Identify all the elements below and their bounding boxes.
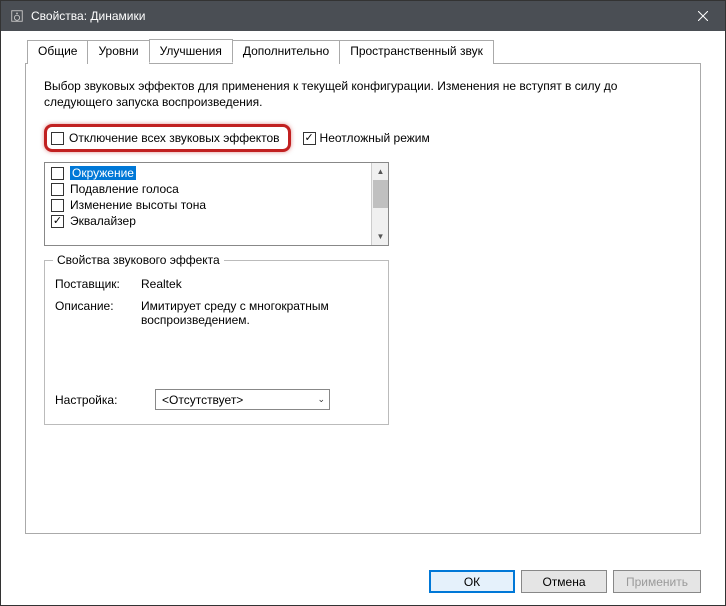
effect-label: Подавление голоса (70, 182, 179, 196)
dialog-footer: ОК Отмена Применить (429, 570, 701, 593)
tab-strip: Общие Уровни Улучшения Дополнительно Про… (25, 39, 701, 64)
effect-checkbox[interactable] (51, 215, 64, 228)
description-label: Описание: (55, 299, 141, 327)
tab-levels[interactable]: Уровни (87, 40, 149, 64)
effect-label: Изменение высоты тона (70, 198, 206, 212)
panel-description: Выбор звуковых эффектов для применения к… (44, 78, 682, 110)
cancel-button[interactable]: Отмена (521, 570, 607, 593)
tab-panel: Выбор звуковых эффектов для применения к… (25, 64, 701, 534)
tab-spatial[interactable]: Пространственный звук (339, 40, 494, 64)
disable-all-effects-label: Отключение всех звуковых эффектов (69, 131, 280, 145)
list-item[interactable]: Подавление голоса (45, 181, 388, 197)
provider-label: Поставщик: (55, 277, 141, 291)
description-value: Имитирует среду с многократным воспроизв… (141, 299, 378, 327)
setting-label: Настройка: (55, 393, 155, 407)
ok-button[interactable]: ОК (429, 570, 515, 593)
immediate-mode-checkbox[interactable] (303, 132, 316, 145)
provider-value: Realtek (141, 277, 378, 291)
setting-select[interactable]: <Отсутствует> ⌄ (155, 389, 330, 410)
tab-general[interactable]: Общие (27, 40, 88, 64)
effect-properties-group: Свойства звукового эффекта Поставщик: Re… (44, 260, 389, 425)
effect-checkbox[interactable] (51, 183, 64, 196)
options-row: Отключение всех звуковых эффектов Неотло… (44, 124, 682, 152)
immediate-mode-label: Неотложный режим (320, 131, 430, 145)
scroll-down-icon[interactable]: ▼ (372, 228, 389, 245)
titlebar: Свойства: Динамики (1, 1, 725, 31)
scrollbar[interactable]: ▲ ▼ (371, 163, 388, 245)
group-title: Свойства звукового эффекта (53, 253, 224, 267)
disable-all-effects-checkbox[interactable] (51, 132, 64, 145)
effect-checkbox[interactable] (51, 167, 64, 180)
list-item[interactable]: Изменение высоты тона (45, 197, 388, 213)
tab-advanced[interactable]: Дополнительно (232, 40, 340, 64)
list-item[interactable]: Окружение (45, 165, 388, 181)
tab-enhancements[interactable]: Улучшения (149, 39, 233, 63)
chevron-down-icon: ⌄ (317, 394, 325, 405)
close-button[interactable] (680, 1, 725, 31)
effect-label: Окружение (70, 166, 136, 180)
window-title: Свойства: Динамики (31, 9, 145, 23)
scroll-up-icon[interactable]: ▲ (372, 163, 389, 180)
effect-label: Эквалайзер (70, 214, 136, 228)
effects-list-inner: Окружение Подавление голоса Изменение вы… (45, 163, 388, 231)
setting-value: <Отсутствует> (162, 393, 243, 407)
highlight-callout: Отключение всех звуковых эффектов (44, 124, 291, 152)
content-area: Общие Уровни Улучшения Дополнительно Про… (1, 31, 725, 605)
list-item[interactable]: Эквалайзер (45, 213, 388, 229)
scroll-thumb[interactable] (373, 180, 388, 208)
speaker-icon (9, 8, 25, 24)
apply-button[interactable]: Применить (613, 570, 701, 593)
effects-listbox[interactable]: Окружение Подавление голоса Изменение вы… (44, 162, 389, 246)
effect-checkbox[interactable] (51, 199, 64, 212)
